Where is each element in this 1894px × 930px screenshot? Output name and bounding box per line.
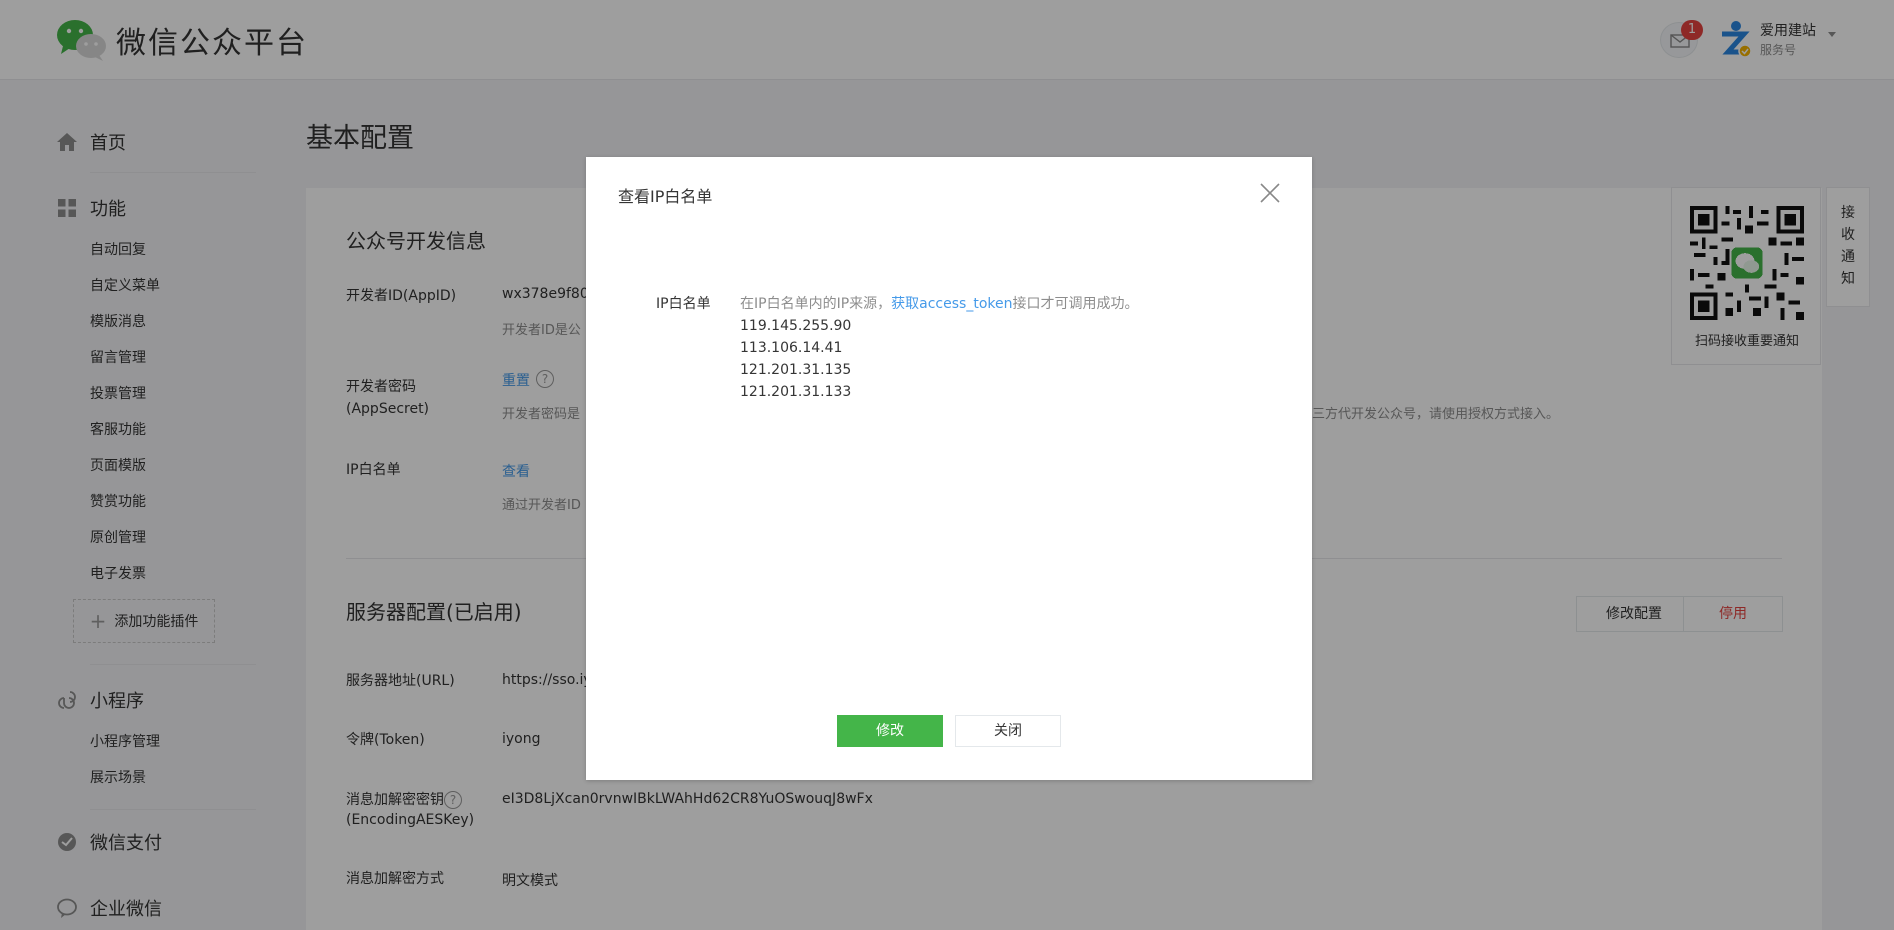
ip-list: 119.145.255.90 113.106.14.41 121.201.31.… bbox=[740, 315, 851, 403]
dialog-tip: 在IP白名单内的IP来源，获取access_token接口才可调用成功。 bbox=[740, 293, 1138, 313]
dialog-title: 查看IP白名单 bbox=[618, 187, 713, 206]
list-item: 121.201.31.135 bbox=[740, 362, 852, 378]
list-item: 119.145.255.90 bbox=[740, 318, 852, 334]
close-button[interactable]: 关闭 bbox=[955, 715, 1061, 747]
tip-text: 在IP白名单内的IP来源， bbox=[740, 296, 892, 312]
list-item: 113.106.14.41 bbox=[740, 340, 843, 356]
modify-button[interactable]: 修改 bbox=[837, 715, 943, 747]
dialog-field-label: IP白名单 bbox=[656, 296, 711, 312]
ip-whitelist-dialog: 查看IP白名单 IP白名单 在IP白名单内的IP来源，获取access_toke… bbox=[586, 157, 1312, 780]
access-token-link[interactable]: 获取access_token bbox=[891, 296, 1012, 312]
tip-text: 接口才可调用成功。 bbox=[1012, 296, 1139, 312]
close-icon[interactable] bbox=[1258, 181, 1282, 205]
list-item: 121.201.31.133 bbox=[740, 384, 852, 400]
